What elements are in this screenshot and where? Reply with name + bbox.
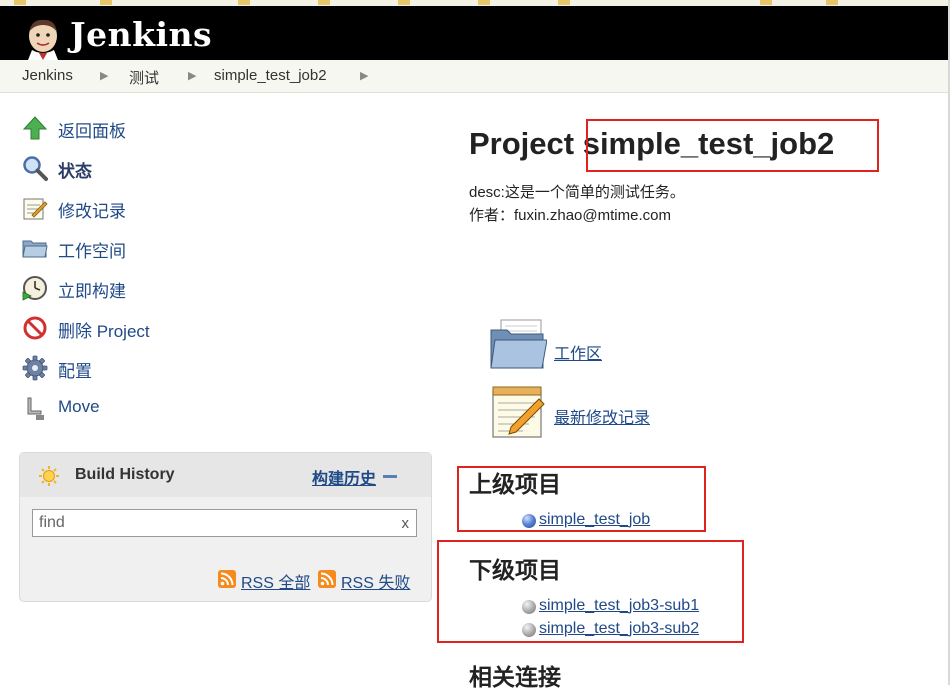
task-label: 状态	[58, 162, 92, 181]
folder-icon	[22, 240, 48, 258]
annotation-box-title	[586, 119, 879, 172]
breadcrumb-item-job[interactable]: simple_test_job2	[214, 67, 327, 84]
bookmark-folder-icon[interactable]	[826, 0, 838, 5]
task-label: 修改记录	[58, 202, 126, 221]
breadcrumb-separator-icon[interactable]: ▶	[360, 69, 368, 82]
collapse-icon[interactable]	[383, 475, 397, 478]
build-history-title: Build History	[75, 466, 175, 483]
task-label: 返回面板	[58, 122, 126, 141]
annotation-box-upstream	[457, 466, 706, 532]
up-arrow-icon	[22, 116, 48, 140]
bookmark-folder-icon[interactable]	[398, 0, 410, 5]
task-label: 删除 Project	[58, 322, 150, 341]
notepad-icon	[23, 198, 48, 220]
breadcrumb-separator-icon[interactable]: ▶	[188, 69, 196, 82]
app-name[interactable]: Jenkins	[70, 15, 212, 54]
bookmark-folder-icon[interactable]	[760, 0, 772, 5]
rss-icon	[318, 570, 336, 588]
workspace-folder-icon[interactable]	[489, 318, 547, 370]
rss-icon	[218, 570, 236, 588]
bookmark-folder-icon[interactable]	[318, 0, 330, 5]
bookmark-folder-icon[interactable]	[478, 0, 490, 5]
no-entry-icon	[23, 316, 47, 340]
build-search-box: x	[32, 509, 417, 537]
bookmark-folder-icon[interactable]	[14, 0, 26, 5]
workspace-link[interactable]: 工作区	[554, 340, 602, 364]
clock-play-icon	[22, 276, 47, 301]
project-author: 作者：fuxin.zhao@mtime.com	[469, 207, 671, 224]
rss-failed-label: RSS 失败	[341, 575, 411, 592]
bookmark-folder-icon[interactable]	[558, 0, 570, 5]
clear-search-icon[interactable]: x	[402, 515, 410, 532]
page-header: Jenkins	[0, 6, 950, 60]
magnifier-icon	[23, 156, 48, 181]
breadcrumb-item-test[interactable]: 测试	[129, 67, 159, 88]
sun-weather-icon	[39, 466, 59, 486]
project-description: desc:这是一个简单的测试任务。	[469, 184, 685, 201]
breadcrumb-separator-icon[interactable]: ▶	[100, 69, 108, 82]
related-links-heading: 相关连接	[469, 664, 561, 690]
breadcrumb: Jenkins ▶ 测试 ▶ simple_test_job2 ▶	[0, 60, 948, 93]
task-label: 配置	[58, 362, 92, 381]
annotation-box-downstream	[437, 540, 744, 643]
build-trend-link[interactable]: 构建历史	[312, 465, 376, 489]
gear-icon	[22, 355, 48, 381]
latest-changes-link[interactable]: 最新修改记录	[554, 404, 650, 428]
bookmark-folder-icon[interactable]	[100, 0, 112, 5]
breadcrumb-item-jenkins[interactable]: Jenkins	[22, 67, 73, 84]
build-history-header: Build History 构建历史	[20, 453, 431, 497]
task-label: Move	[58, 397, 100, 416]
build-search-input[interactable]	[33, 510, 394, 536]
jenkins-butler-icon[interactable]	[22, 16, 64, 60]
build-history-panel: Build History 构建历史 x RSS 全部 RSS 失败	[19, 452, 432, 602]
move-icon	[27, 397, 44, 420]
task-label: 立即构建	[58, 282, 126, 301]
bookmark-folder-icon[interactable]	[238, 0, 250, 5]
rss-all-label: RSS 全部	[241, 575, 311, 592]
task-label: 工作空间	[58, 242, 126, 261]
changes-notepad-icon[interactable]	[489, 383, 547, 439]
